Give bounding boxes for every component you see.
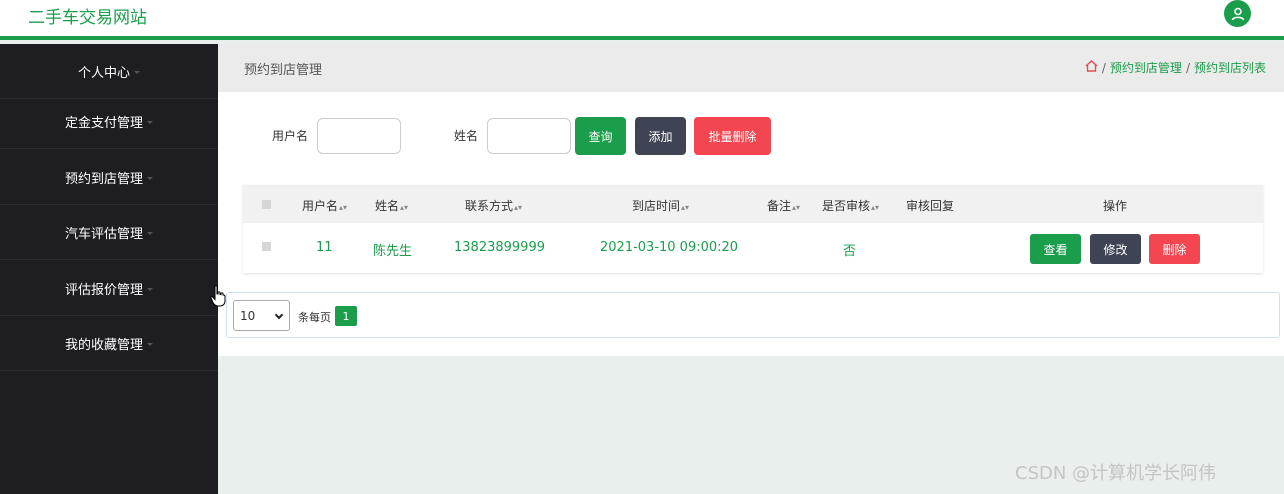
view-button[interactable]: 查看 <box>1030 234 1081 264</box>
sidebar-item-my-favorites[interactable]: 我的收藏管理 <box>0 316 218 371</box>
cell-name: 陈先生 <box>373 244 413 259</box>
breadcrumb-bar: 预约到店管理 / 预约到店管理 / 预约到店列表 <box>218 44 1284 92</box>
sort-icon: ▴▾ <box>339 203 348 212</box>
chevron-down-icon <box>134 70 140 74</box>
pagination: 10 条每页 1 <box>226 292 1280 338</box>
cell-approved: 否 <box>843 244 857 259</box>
name-input[interactable] <box>487 118 571 154</box>
page-number-button[interactable]: 1 <box>335 306 357 326</box>
username-label: 用户名 <box>272 129 309 143</box>
sidebar: 个人中心 定金支付管理 预约到店管理 汽车评估管理 评估报价管理 我的收藏管理 <box>0 44 218 494</box>
sidebar-item-evaluation-quote[interactable]: 评估报价管理 <box>0 261 218 316</box>
sort-icon: ▴▾ <box>400 203 409 212</box>
sidebar-item-label: 我的收藏管理 <box>64 337 143 353</box>
column-contact[interactable]: 联系方式▴▾ <box>465 197 522 214</box>
sidebar-item-label: 个人中心 <box>77 65 130 81</box>
cell-username: 11 <box>316 240 333 255</box>
site-title[interactable]: 二手车交易网站 <box>28 3 147 28</box>
row-checkbox[interactable] <box>262 242 271 251</box>
column-arrival-time[interactable]: 到店时间▴▾ <box>632 197 689 214</box>
edit-button[interactable]: 修改 <box>1090 234 1141 264</box>
select-all-checkbox[interactable] <box>262 200 271 209</box>
top-bar: 二手车交易网站 <box>0 0 1284 40</box>
sidebar-item-label: 汽车评估管理 <box>64 226 143 242</box>
column-name[interactable]: 姓名▴▾ <box>375 197 408 214</box>
cell-contact: 13823899999 <box>454 240 545 255</box>
sidebar-item-personal-center[interactable]: 个人中心 <box>0 44 218 99</box>
column-review-reply: 审核回复 <box>906 199 955 213</box>
batch-delete-button[interactable]: 批量删除 <box>694 117 771 155</box>
hand-cursor-icon <box>210 285 226 310</box>
sidebar-item-store-appointment[interactable]: 预约到店管理 <box>0 150 218 205</box>
chevron-down-icon <box>147 342 153 346</box>
page-size-select[interactable]: 10 <box>233 300 290 331</box>
chevron-down-icon <box>147 120 153 124</box>
sort-icon: ▴▾ <box>792 203 801 212</box>
add-button[interactable]: 添加 <box>635 117 686 155</box>
column-remark[interactable]: 备注▴▾ <box>767 197 800 214</box>
sort-icon: ▴▾ <box>871 203 880 212</box>
sidebar-item-label: 定金支付管理 <box>64 115 143 131</box>
query-button[interactable]: 查询 <box>575 117 626 155</box>
chevron-down-icon <box>147 231 153 235</box>
sort-icon: ▴▾ <box>514 203 523 212</box>
page-size-value: 10 <box>240 308 256 323</box>
breadcrumb-link[interactable]: 预约到店管理 <box>1110 59 1182 76</box>
cell-arrival-time: 2021-03-10 09:00:20 <box>600 240 739 255</box>
user-icon[interactable] <box>1224 0 1251 27</box>
chevron-down-icon <box>147 176 153 180</box>
column-actions: 操作 <box>1103 199 1128 213</box>
column-username[interactable]: 用户名▴▾ <box>302 197 347 214</box>
table-header: 用户名▴▾ 姓名▴▾ 联系方式▴▾ 到店时间▴▾ 备注▴▾ 是否审核▴▾ 审核回… <box>243 185 1263 223</box>
delete-button[interactable]: 删除 <box>1149 234 1200 264</box>
per-page-label: 条每页 <box>298 311 331 324</box>
home-icon[interactable] <box>1085 60 1098 75</box>
watermark: CSDN @计算机学长阿伟 <box>1015 463 1217 484</box>
page-title: 预约到店管理 <box>244 63 323 78</box>
main-area: 预约到店管理 / 预约到店管理 / 预约到店列表 用户名 姓名 查询 添加 批量… <box>218 44 1284 494</box>
sort-icon: ▴▾ <box>681 203 690 212</box>
sidebar-item-deposit-payment[interactable]: 定金支付管理 <box>0 94 218 149</box>
chevron-down-icon <box>274 310 284 320</box>
column-approved[interactable]: 是否审核▴▾ <box>822 197 879 214</box>
breadcrumb-current: 预约到店列表 <box>1193 61 1266 75</box>
breadcrumb: / 预约到店管理 / 预约到店列表 <box>1085 59 1266 76</box>
sidebar-item-label: 预约到店管理 <box>64 171 143 187</box>
username-input[interactable] <box>317 118 401 154</box>
name-label: 姓名 <box>454 129 479 143</box>
sidebar-item-car-evaluation[interactable]: 汽车评估管理 <box>0 205 218 260</box>
chevron-down-icon <box>147 287 153 291</box>
sidebar-item-label: 评估报价管理 <box>64 282 143 298</box>
